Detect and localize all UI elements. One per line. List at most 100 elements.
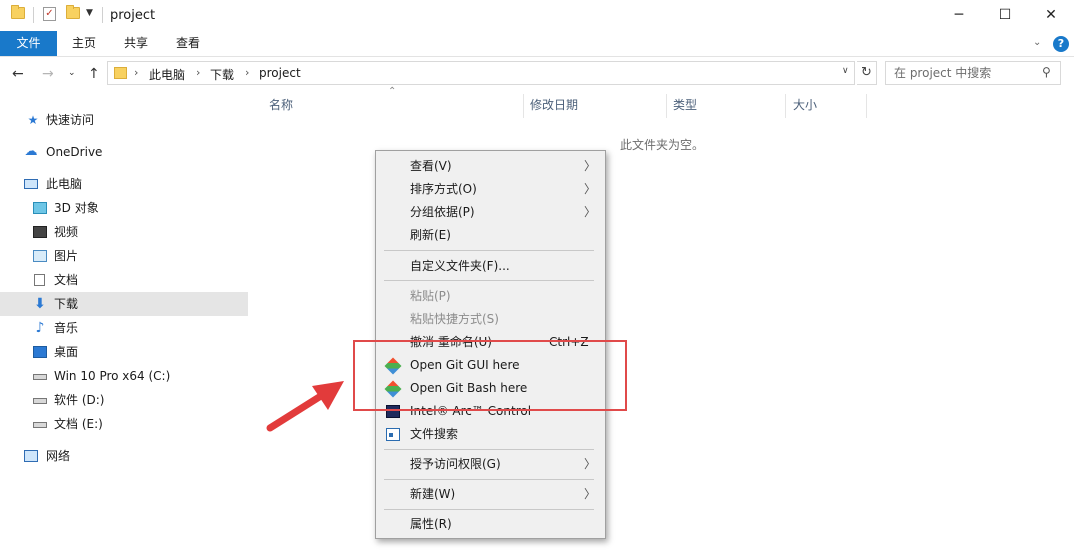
sidebar-item-3d-objects[interactable]: 3D 对象 — [0, 196, 248, 220]
forward-arrow-icon[interactable]: → — [42, 66, 54, 82]
menu-item-properties[interactable]: 属性(R) — [376, 513, 605, 536]
desktop-icon — [33, 346, 47, 358]
menu-item-sort-by[interactable]: 排序方式(O) 〉 — [376, 178, 605, 201]
tab-file[interactable]: 文件 — [0, 31, 57, 56]
sidebar-item-documents[interactable]: 文档 — [0, 268, 248, 292]
breadcrumb-downloads[interactable]: 下载 — [210, 66, 234, 83]
address-bar[interactable]: › 此电脑 › 下载 › project — [107, 61, 855, 85]
column-header-size[interactable]: 大小 — [793, 96, 817, 118]
address-dropdown-icon[interactable]: ∨ — [842, 66, 849, 76]
highlight-box — [353, 340, 627, 411]
sidebar-item-videos[interactable]: 视频 — [0, 220, 248, 244]
empty-folder-message: 此文件夹为空。 — [620, 138, 705, 152]
sidebar-item-network[interactable]: 网络 — [0, 444, 248, 468]
menu-item-label: 刷新(E) — [410, 228, 451, 242]
close-button[interactable]: ✕ — [1028, 0, 1074, 31]
toolbar-divider — [33, 7, 34, 23]
minimize-button[interactable]: ─ — [936, 0, 982, 31]
sidebar-item-label: OneDrive — [46, 145, 103, 159]
menu-separator — [384, 509, 594, 510]
sidebar-item-label: 视频 — [54, 225, 79, 239]
breadcrumb-this-pc[interactable]: 此电脑 — [149, 66, 185, 83]
menu-item-customize-folder[interactable]: 自定义文件夹(F)... — [376, 255, 605, 278]
column-divider[interactable] — [523, 94, 524, 118]
sidebar-item-label: 图片 — [54, 249, 79, 263]
sidebar-item-pictures[interactable]: 图片 — [0, 244, 248, 268]
network-icon — [24, 450, 38, 462]
menu-item-label: 粘贴快捷方式(S) — [410, 312, 499, 326]
breadcrumb-separator-icon[interactable]: › — [196, 66, 200, 79]
search-icon[interactable]: ⚲ — [1042, 65, 1051, 79]
menu-item-new[interactable]: 新建(W) 〉 — [376, 483, 605, 506]
menu-separator — [384, 479, 594, 480]
menu-item-label: 属性(R) — [410, 517, 452, 531]
column-header-modified[interactable]: 修改日期 — [530, 96, 578, 118]
sidebar-item-label: 3D 对象 — [54, 201, 99, 215]
column-divider[interactable] — [866, 94, 867, 118]
submenu-arrow-icon: 〉 — [584, 205, 597, 219]
properties-check-icon[interactable]: ✓ — [43, 7, 56, 21]
sidebar-item-drive-d[interactable]: 软件 (D:) — [0, 388, 248, 412]
help-icon[interactable]: ? — [1053, 36, 1069, 52]
chevron-down-icon[interactable]: ⌄ — [1033, 37, 1041, 48]
tab-view[interactable]: 查看 — [166, 31, 210, 56]
sidebar-item-music[interactable]: ♪ 音乐 — [0, 316, 248, 340]
menu-item-file-search[interactable]: 文件搜索 — [376, 423, 605, 446]
sidebar-item-quick-access[interactable]: ★ 快速访问 — [0, 108, 248, 132]
maximize-button[interactable]: ☐ — [982, 0, 1028, 31]
folder-icon — [114, 67, 127, 79]
column-header-name[interactable]: 名称 — [269, 96, 293, 118]
sidebar-item-label: 音乐 — [54, 321, 79, 335]
breadcrumb-separator-icon[interactable]: › — [134, 66, 138, 79]
document-icon — [34, 274, 45, 286]
sidebar-item-this-pc[interactable]: 此电脑 — [0, 172, 248, 196]
sidebar-item-onedrive[interactable]: ☁ OneDrive — [0, 140, 248, 164]
menu-item-refresh[interactable]: 刷新(E) — [376, 224, 605, 247]
breadcrumb-project[interactable]: project — [259, 66, 301, 80]
toolbar-divider — [102, 7, 103, 23]
back-arrow-icon[interactable]: ← — [12, 66, 24, 82]
menu-item-label: 粘贴(P) — [410, 289, 451, 303]
tab-home[interactable]: 主页 — [62, 31, 106, 56]
menu-item-paste-shortcut[interactable]: 粘贴快捷方式(S) — [376, 308, 605, 331]
menu-item-paste[interactable]: 粘贴(P) — [376, 285, 605, 308]
submenu-arrow-icon: 〉 — [584, 182, 597, 196]
breadcrumb-separator-icon[interactable]: › — [245, 66, 249, 79]
menu-item-view[interactable]: 查看(V) 〉 — [376, 155, 605, 178]
drive-system-icon — [33, 374, 47, 380]
drive-icon — [33, 398, 47, 404]
video-icon — [33, 226, 47, 238]
sidebar-item-label: 下载 — [54, 297, 79, 311]
customize-dropdown-icon[interactable]: ▼ — [86, 8, 93, 18]
ribbon-tabs: 文件 主页 共享 查看 ⌄ ? — [0, 31, 1074, 57]
recent-locations-chevron-icon[interactable]: ⌄ — [68, 68, 76, 78]
menu-separator — [384, 449, 594, 450]
search-box[interactable]: ⚲ — [885, 61, 1061, 85]
column-header-type[interactable]: 类型 — [673, 96, 697, 118]
music-note-icon: ♪ — [35, 320, 45, 336]
menu-item-give-access[interactable]: 授予访问权限(G) 〉 — [376, 453, 605, 476]
search-input[interactable] — [894, 65, 1034, 81]
sidebar-item-drive-c[interactable]: Win 10 Pro x64 (C:) — [0, 364, 248, 388]
sidebar-item-label: 文档 — [54, 273, 79, 287]
column-divider[interactable] — [666, 94, 667, 118]
tab-share[interactable]: 共享 — [114, 31, 158, 56]
cube-3d-icon — [33, 202, 47, 214]
up-arrow-icon[interactable]: ↑ — [88, 66, 100, 82]
new-folder-icon[interactable] — [66, 5, 80, 19]
menu-item-label: 自定义文件夹(F)... — [410, 259, 510, 273]
sidebar-item-drive-e[interactable]: 文档 (E:) — [0, 412, 248, 436]
column-divider[interactable] — [785, 94, 786, 118]
sidebar-item-label: Win 10 Pro x64 (C:) — [54, 369, 171, 383]
refresh-icon[interactable]: ↻ — [857, 61, 877, 85]
star-icon: ★ — [27, 113, 39, 127]
menu-item-label: 新建(W) — [410, 487, 456, 501]
sidebar-item-desktop[interactable]: 桌面 — [0, 340, 248, 364]
navigation-pane: ★ 快速访问 ☁ OneDrive 此电脑 3D 对象 视频 图片 文档 ⬇ 下… — [0, 96, 248, 551]
submenu-arrow-icon: 〉 — [584, 457, 597, 471]
file-search-icon — [386, 428, 400, 441]
menu-item-group-by[interactable]: 分组依据(P) 〉 — [376, 201, 605, 224]
drive-icon — [33, 422, 47, 428]
sidebar-item-downloads[interactable]: ⬇ 下载 — [0, 292, 248, 316]
cloud-icon: ☁ — [24, 144, 38, 159]
